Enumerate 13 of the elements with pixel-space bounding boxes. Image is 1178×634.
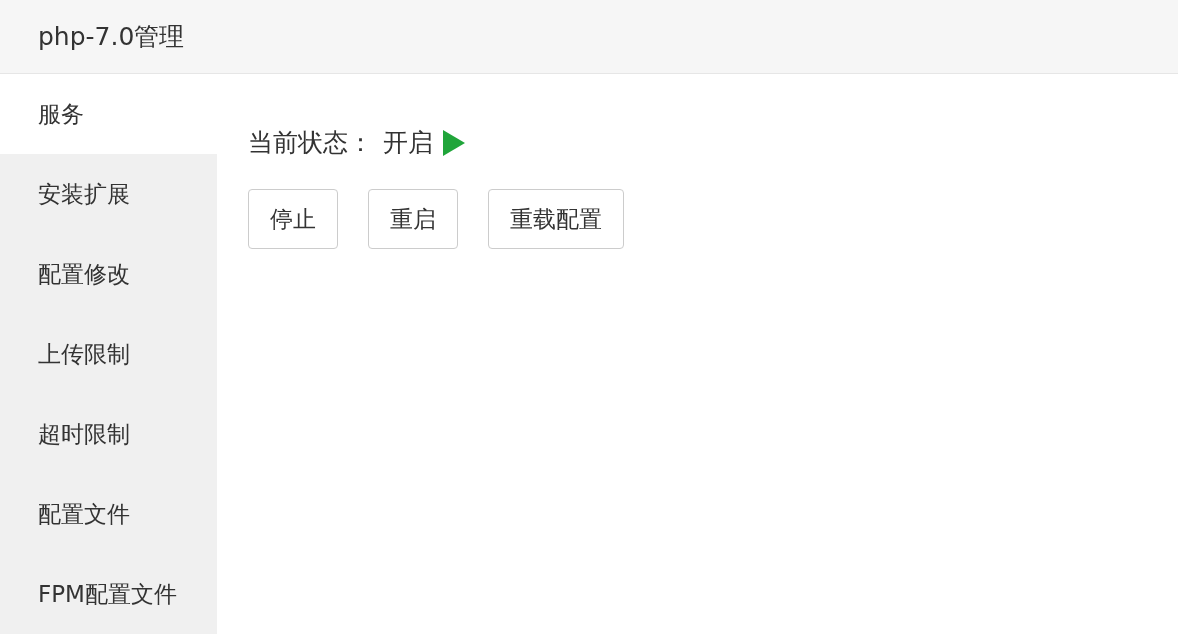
action-button[interactable]: 重载配置: [488, 189, 624, 249]
sidebar-item[interactable]: FPM配置文件: [0, 554, 217, 634]
sidebar-item[interactable]: 安装扩展: [0, 154, 217, 234]
sidebar-item[interactable]: 配置文件: [0, 474, 217, 554]
sidebar-item[interactable]: 服务: [0, 74, 217, 154]
sidebar-item[interactable]: 超时限制: [0, 394, 217, 474]
action-button[interactable]: 停止: [248, 189, 338, 249]
sidebar-item[interactable]: 上传限制: [0, 314, 217, 394]
sidebar-item[interactable]: 配置修改: [0, 234, 217, 314]
action-button[interactable]: 重启: [368, 189, 458, 249]
status-label: 当前状态：: [248, 127, 373, 159]
status-value: 开启: [383, 127, 433, 159]
window-title: php-7.0管理: [38, 21, 185, 53]
